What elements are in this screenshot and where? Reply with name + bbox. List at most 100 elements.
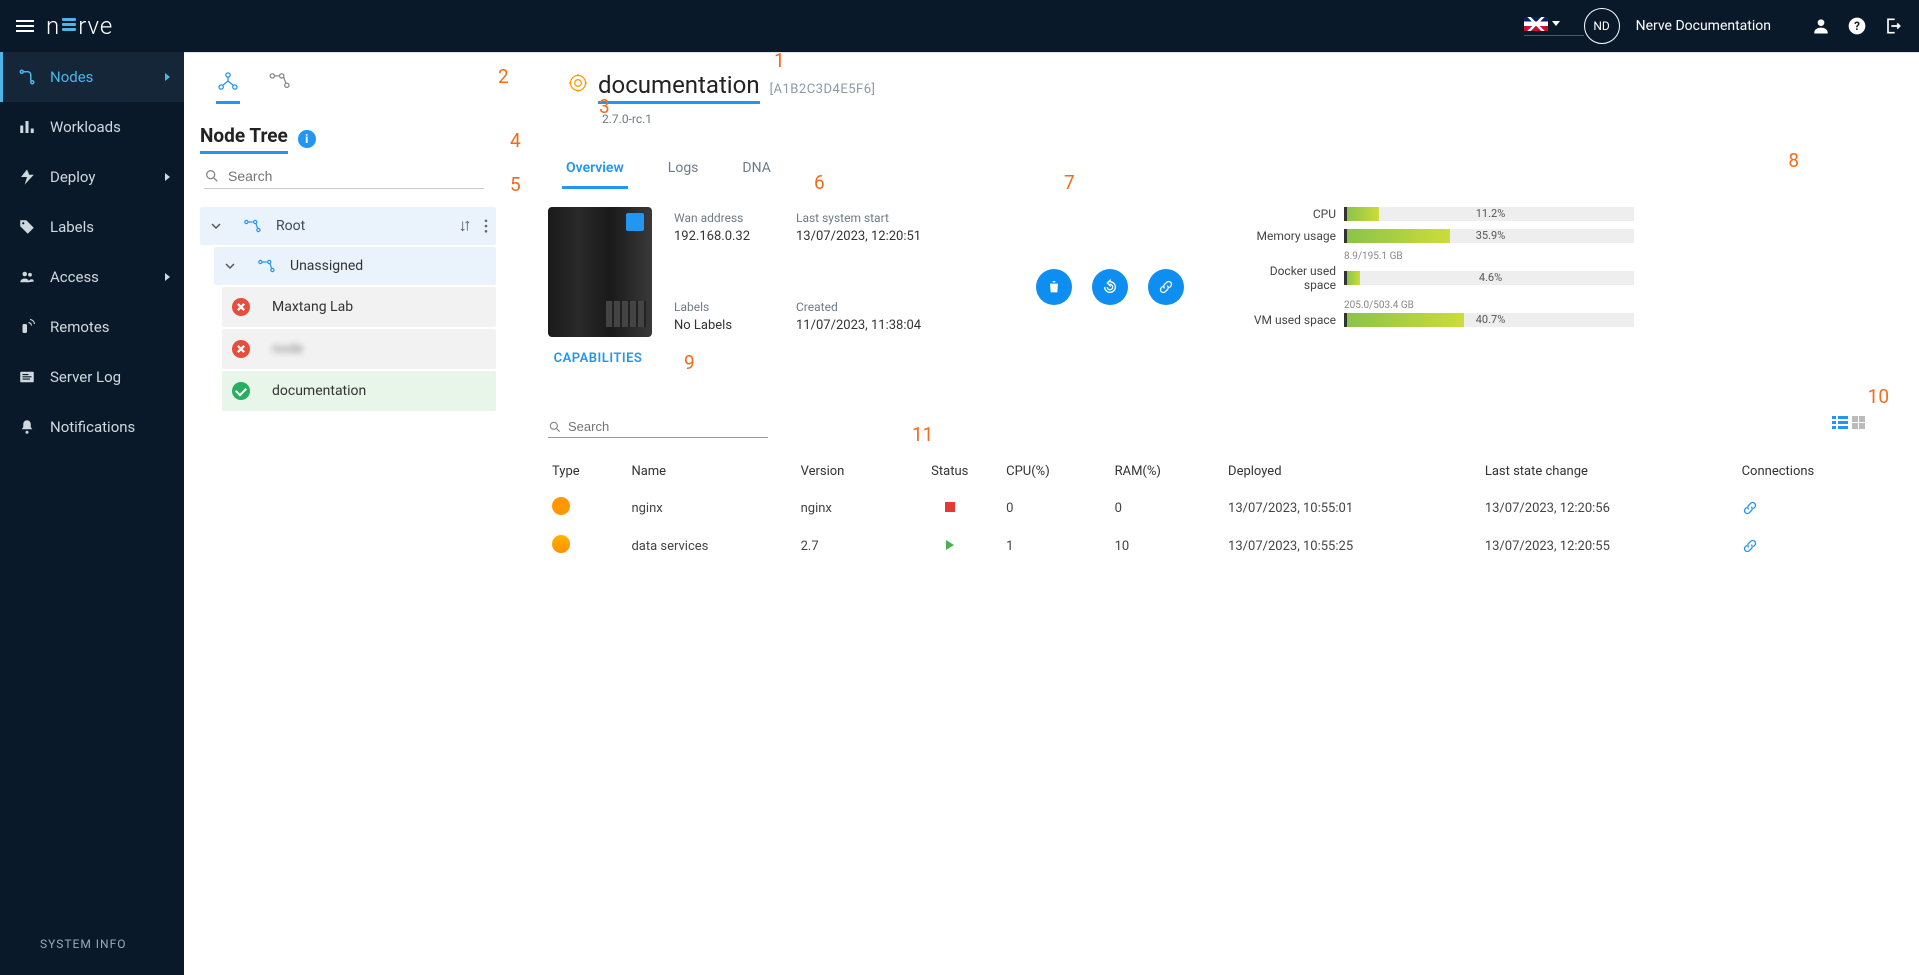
sidebar-item-label: Nodes [50, 68, 93, 86]
device-image [548, 207, 652, 337]
col-header[interactable]: Type [544, 454, 623, 489]
reboot-button[interactable] [1092, 269, 1128, 305]
more-icon[interactable] [484, 219, 488, 233]
list-view-button[interactable] [1832, 416, 1848, 429]
search-icon [204, 168, 220, 184]
cell-version: 2.7 [793, 527, 902, 565]
tab-logs[interactable]: Logs [664, 154, 703, 189]
col-header[interactable]: Last state change [1477, 454, 1734, 489]
tree-unassigned[interactable]: Unassigned [214, 247, 496, 285]
tree-search[interactable] [204, 164, 484, 189]
sidebar-item-workloads[interactable]: Workloads [0, 102, 184, 152]
cell-version: nginx [793, 489, 902, 527]
serverlog-icon [18, 368, 40, 386]
chevron-right-icon [165, 73, 170, 81]
list-view-tab[interactable] [268, 71, 292, 104]
callout: 8 [1788, 149, 1799, 172]
tree-node-item[interactable]: documentation [222, 371, 496, 411]
cell-changed: 13/07/2023, 12:20:55 [1477, 527, 1734, 565]
help-icon[interactable]: ? [1847, 16, 1867, 36]
chevron-down-icon [1552, 21, 1560, 26]
tree-root[interactable]: Root [200, 207, 496, 245]
profile-icon[interactable] [1811, 16, 1831, 36]
sidebar-item-deploy[interactable]: Deploy [0, 152, 184, 202]
col-header[interactable]: Deployed [1220, 454, 1477, 489]
node-type-icon [568, 73, 588, 93]
metric-value: 11.2% [1476, 207, 1506, 221]
metric-label: CPU [1244, 207, 1336, 221]
callout: 2 [498, 65, 509, 88]
status-running-icon [946, 540, 954, 550]
col-header[interactable]: RAM(%) [1107, 454, 1220, 489]
metric-label: Memory usage [1244, 229, 1336, 243]
callout: 10 [1868, 385, 1889, 408]
table-row[interactable]: data services 2.7 1 10 13/07/2023, 10:55… [544, 527, 1895, 565]
tree-search-input[interactable] [228, 168, 484, 184]
col-header[interactable]: Connections [1734, 454, 1895, 489]
tab-overview[interactable]: Overview [562, 154, 628, 189]
language-selector[interactable] [1524, 17, 1584, 36]
cell-ram: 10 [1107, 527, 1220, 565]
info-icon[interactable]: i [298, 130, 316, 148]
status-online-icon [232, 382, 250, 400]
sort-icon[interactable] [458, 219, 472, 233]
tree-node-item[interactable]: Maxtang Lab [222, 287, 496, 327]
cell-ram: 0 [1107, 489, 1220, 527]
tree-node-label: documentation [272, 383, 366, 399]
col-header[interactable]: Status [901, 454, 998, 489]
sidebar-item-label: Deploy [50, 168, 95, 186]
capabilities-link[interactable]: CAPABILITIES [544, 351, 652, 366]
table-row[interactable]: nginx nginx 0 0 13/07/2023, 10:55:01 13/… [544, 489, 1895, 527]
sidebar-item-remotes[interactable]: Remotes [0, 302, 184, 352]
logo: n rve [46, 12, 113, 40]
connections-link[interactable] [1742, 538, 1887, 554]
metric-label: Docker used space [1244, 264, 1336, 292]
sidebar-item-notifications[interactable]: Notifications [0, 402, 184, 452]
menu-toggle-icon[interactable] [16, 20, 34, 32]
tree-node-label: Unassigned [290, 258, 363, 274]
uk-flag-icon [1524, 17, 1548, 31]
sidebar-item-label: Access [50, 268, 99, 286]
svg-text:?: ? [1854, 19, 1860, 33]
collapse-icon[interactable] [224, 260, 240, 272]
sidebar-item-nodes[interactable]: Nodes [0, 52, 184, 102]
delete-button[interactable] [1036, 269, 1072, 305]
info-value: 192.168.0.32 [674, 229, 784, 244]
tree-view-tab[interactable] [216, 71, 240, 104]
tree-node-item[interactable]: node [222, 329, 496, 369]
logout-icon[interactable] [1883, 16, 1903, 36]
bell-icon [18, 418, 40, 436]
info-value: 13/07/2023, 12:20:51 [796, 229, 956, 244]
workloads-section: Type Name Version Status CPU(%) RAM(%) D… [544, 416, 1895, 565]
col-header[interactable]: CPU(%) [998, 454, 1106, 489]
node-id: [A1B2C3D4E5F6] [770, 82, 876, 97]
callout: 5 [510, 173, 521, 196]
tab-dna[interactable]: DNA [738, 154, 774, 189]
user-avatar[interactable]: ND [1584, 8, 1620, 44]
cell-changed: 13/07/2023, 12:20:56 [1477, 489, 1734, 527]
sidebar-item-access[interactable]: Access [0, 252, 184, 302]
codesys-icon [552, 535, 570, 553]
col-header[interactable]: Version [793, 454, 902, 489]
sidebar-item-label: Workloads [50, 118, 121, 136]
metric-sub: 205.0/503.4 GB [1344, 300, 1634, 311]
workload-search-input[interactable] [568, 419, 768, 434]
col-header[interactable]: Name [623, 454, 792, 489]
cell-name: nginx [623, 489, 792, 527]
info-value: No Labels [674, 318, 784, 333]
sidebar-item-labels[interactable]: Labels [0, 202, 184, 252]
info-label: Labels [674, 300, 784, 314]
workload-search[interactable] [548, 416, 768, 438]
chevron-right-icon [165, 173, 170, 181]
cell-cpu: 0 [998, 489, 1106, 527]
tree-node-label: Maxtang Lab [272, 299, 353, 315]
node-version: 2.7.0-rc.1 [602, 112, 1895, 126]
cell-deployed: 13/07/2023, 10:55:01 [1220, 489, 1477, 527]
user-name: Nerve Documentation [1636, 18, 1771, 34]
system-info-link[interactable]: SYSTEM INFO [0, 919, 184, 975]
collapse-icon[interactable] [210, 220, 226, 232]
connect-button[interactable] [1148, 269, 1184, 305]
grid-view-button[interactable] [1852, 416, 1865, 429]
sidebar-item-serverlog[interactable]: Server Log [0, 352, 184, 402]
connections-link[interactable] [1742, 500, 1887, 516]
